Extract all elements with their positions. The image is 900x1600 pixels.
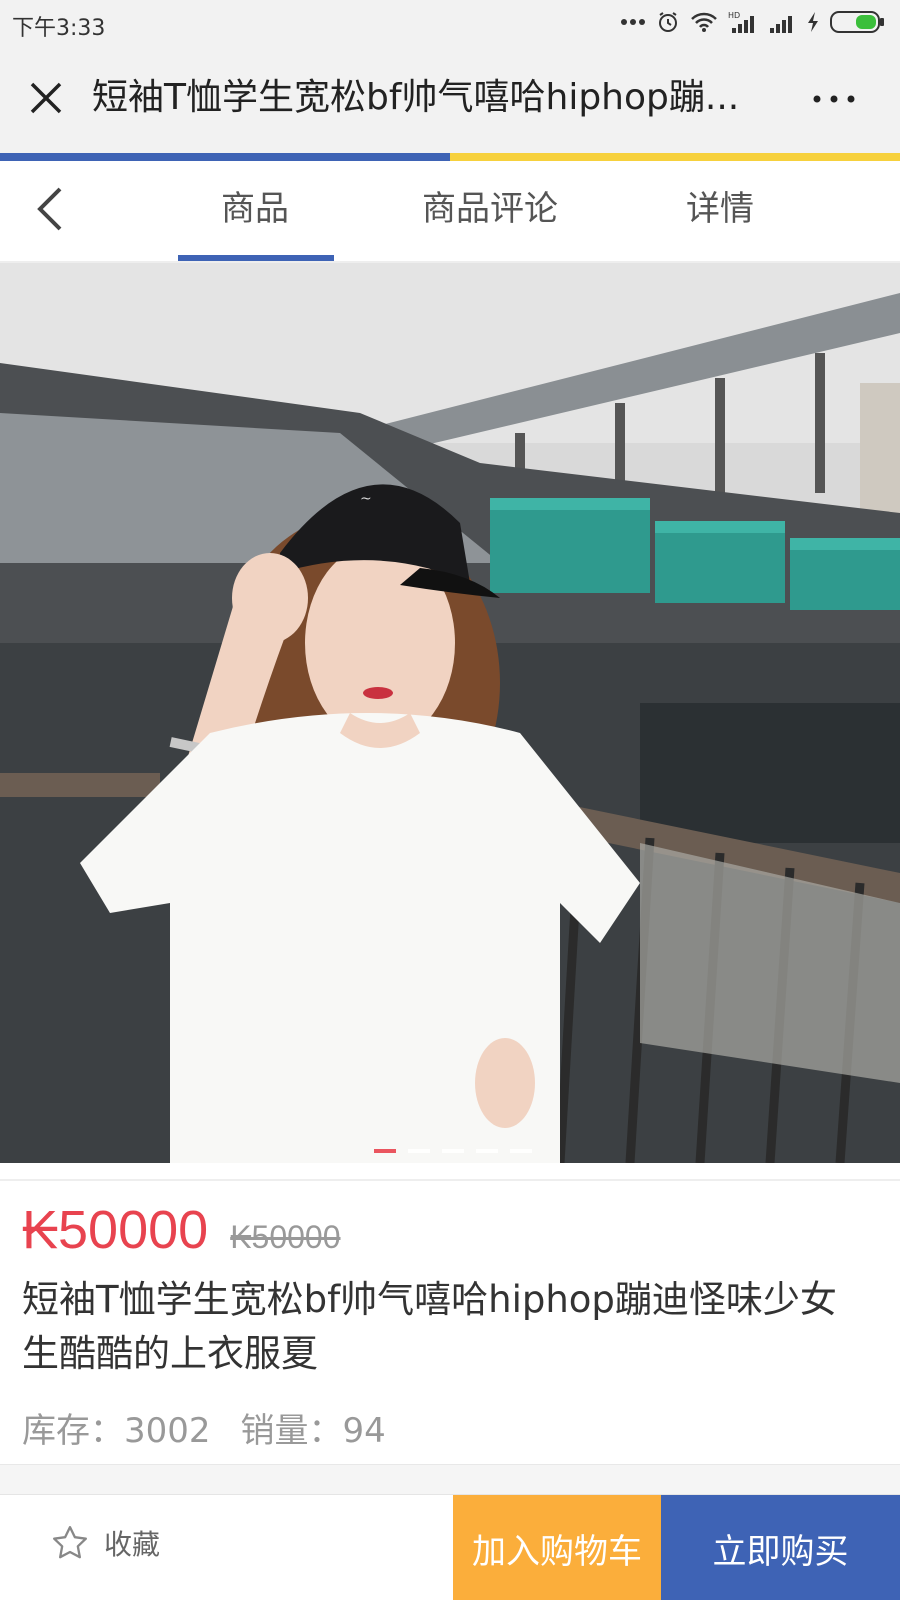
more-dots-icon xyxy=(620,18,646,26)
tab-details[interactable]: 详情 xyxy=(650,185,790,233)
carousel-indicator xyxy=(374,1149,532,1153)
carousel-dot[interactable] xyxy=(408,1149,430,1153)
close-button[interactable] xyxy=(22,74,70,122)
status-icons: HD xyxy=(620,8,886,36)
sales-count: 销量：94 xyxy=(240,1411,386,1451)
back-button[interactable] xyxy=(30,185,70,233)
current-price: ₭50000 xyxy=(22,1200,209,1260)
wifi-icon xyxy=(690,11,718,33)
buy-now-button[interactable]: 立即购买 xyxy=(661,1495,900,1600)
close-icon xyxy=(30,82,62,114)
status-time: 下午3:33 xyxy=(12,16,106,41)
webview-title-bar: 短袖T恤学生宽松bf帅气嘻哈hiphop蹦... xyxy=(0,46,900,154)
signal-icon xyxy=(768,10,796,34)
product-name: 短袖T恤学生宽松bf帅气嘻哈hiphop蹦迪怪味少女生酷酷的上衣服夏 xyxy=(22,1278,837,1375)
product-photo: ~ xyxy=(0,263,900,1163)
stock-sales-row: 库存：3002 销量：94 xyxy=(22,1403,386,1452)
charging-icon xyxy=(806,11,820,33)
bottom-action-bar: 收藏 加入购物车 立即购买 xyxy=(0,1494,900,1600)
price-row: ₭50000 ₭50000 xyxy=(22,1199,341,1261)
battery-icon xyxy=(830,10,886,34)
progress-track xyxy=(450,153,900,161)
chevron-left-icon xyxy=(37,187,62,231)
tab-bar: 商品 商品评论 详情 xyxy=(0,161,900,263)
hd-label: HD xyxy=(728,11,740,20)
section-divider xyxy=(0,1464,900,1494)
carousel-dot[interactable] xyxy=(442,1149,464,1153)
add-to-cart-button[interactable]: 加入购物车 xyxy=(453,1495,661,1600)
favorite-button[interactable]: 收藏 xyxy=(50,1523,160,1563)
original-price: ₭50000 xyxy=(230,1219,341,1255)
cap-logo-text: ~ xyxy=(360,491,372,507)
alarm-icon xyxy=(656,10,680,34)
product-info: ₭50000 ₭50000 短袖T恤学生宽松bf帅气嘻哈hiphop蹦迪怪味少女… xyxy=(0,1179,900,1464)
favorite-label: 收藏 xyxy=(104,1528,161,1561)
more-dots-icon xyxy=(813,95,855,103)
carousel-dot[interactable] xyxy=(476,1149,498,1153)
page-title: 短袖T恤学生宽松bf帅气嘻哈hiphop蹦... xyxy=(92,77,740,118)
status-bar: 下午3:33 HD xyxy=(0,0,900,46)
active-tab-indicator xyxy=(178,255,334,261)
more-menu-button[interactable] xyxy=(804,74,864,122)
stock-count: 库存：3002 xyxy=(22,1411,211,1451)
progress-fill xyxy=(0,153,450,161)
tab-goods[interactable]: 商品 xyxy=(178,185,332,233)
star-icon xyxy=(53,1526,88,1559)
hd-signal-icon: HD xyxy=(728,10,758,34)
tab-reviews[interactable]: 商品评论 xyxy=(400,185,580,233)
loading-progress-bar xyxy=(0,153,900,161)
carousel-dot[interactable] xyxy=(374,1149,396,1153)
carousel-dot[interactable] xyxy=(510,1149,532,1153)
product-image-carousel[interactable]: ~ xyxy=(0,263,900,1163)
